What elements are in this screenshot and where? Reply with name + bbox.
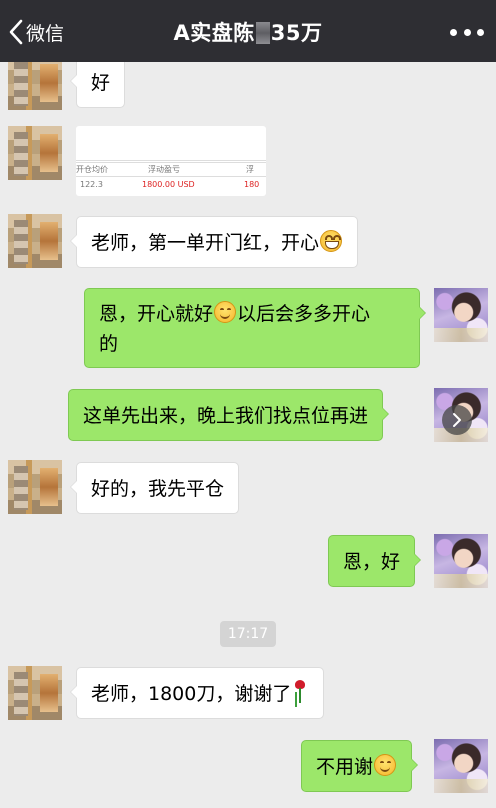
my-avatar[interactable] bbox=[434, 534, 488, 588]
message-text: 这单先出来，晚上我们找点位再进 bbox=[83, 405, 369, 427]
message-text: 好 bbox=[91, 72, 111, 94]
message-line: 的 bbox=[99, 333, 119, 355]
message-text: 恩，开心就好 bbox=[99, 303, 214, 325]
chat-area[interactable]: 好 开仓均价 浮动盈亏 浮 122.3 1800.00 USD 180 老师，第… bbox=[0, 62, 496, 808]
image-cell: 浮动盈亏 bbox=[148, 165, 180, 174]
message-bubble-incoming[interactable]: 好的，我先平仓 bbox=[69, 462, 240, 514]
message-bubble-outgoing[interactable]: 恩，好 bbox=[328, 535, 422, 587]
image-cell: 开仓均价 bbox=[76, 165, 108, 174]
message-bubble-outgoing[interactable]: 不用谢 bbox=[301, 740, 419, 792]
smile-emoji-icon bbox=[374, 754, 397, 776]
contact-avatar[interactable] bbox=[8, 666, 62, 720]
dot-icon bbox=[463, 28, 471, 36]
image-cell: 180 bbox=[244, 180, 260, 189]
redacted-char bbox=[255, 22, 270, 44]
top-bar: 微信 A实盘陈 35万 bbox=[0, 0, 496, 62]
message-bubble-outgoing[interactable]: 恩，开心就好 以后会多多开心 的 bbox=[84, 288, 426, 368]
image-cell: 浮 bbox=[246, 165, 254, 174]
image-cell: 122.3 bbox=[80, 180, 103, 189]
my-avatar[interactable] bbox=[434, 288, 488, 342]
message-text: 好的，我先平仓 bbox=[91, 478, 225, 500]
chat-title: A实盘陈 35万 bbox=[0, 17, 496, 47]
message-text: 不用谢 bbox=[316, 756, 374, 778]
message-line: 恩，开心就好 以后会多多开心 bbox=[99, 299, 405, 329]
message-bubble-incoming[interactable]: 老师，第一单开门红，开心 bbox=[69, 216, 359, 268]
grin-emoji-icon bbox=[320, 230, 343, 252]
chat-title-prefix: A实盘陈 bbox=[173, 21, 255, 45]
image-message[interactable]: 开仓均价 浮动盈亏 浮 122.3 1800.00 USD 180 bbox=[76, 126, 266, 196]
message-text: 老师，1800刀，谢谢了 bbox=[91, 683, 292, 705]
image-cell: 1800.00 USD bbox=[142, 180, 195, 189]
contact-avatar[interactable] bbox=[8, 460, 62, 514]
table-line bbox=[76, 160, 266, 161]
contact-avatar[interactable] bbox=[8, 126, 62, 180]
message-bubble-outgoing[interactable]: 这单先出来，晚上我们找点位再进 bbox=[68, 389, 390, 441]
message-bubble-incoming[interactable]: 好 bbox=[69, 62, 126, 108]
chat-title-suffix: 35万 bbox=[270, 21, 323, 45]
message-text: 以后会多多开心 bbox=[237, 303, 371, 325]
my-avatar[interactable] bbox=[434, 739, 488, 793]
smile-emoji-icon bbox=[214, 301, 237, 323]
more-button[interactable] bbox=[450, 20, 484, 44]
message-text: 恩，好 bbox=[343, 551, 401, 573]
chevron-right-icon bbox=[453, 413, 461, 427]
table-line bbox=[76, 162, 266, 163]
table-line bbox=[76, 176, 266, 177]
message-text: 老师，第一单开门红，开心 bbox=[91, 232, 320, 254]
next-button[interactable] bbox=[442, 405, 472, 435]
message-bubble-incoming[interactable]: 老师，1800刀，谢谢了 bbox=[69, 667, 325, 719]
contact-avatar[interactable] bbox=[8, 214, 62, 268]
rose-emoji-icon bbox=[291, 680, 309, 704]
dot-icon bbox=[477, 28, 484, 36]
dot-icon bbox=[450, 28, 457, 36]
contact-avatar[interactable] bbox=[8, 62, 62, 110]
timestamp: 17:17 bbox=[220, 621, 276, 647]
